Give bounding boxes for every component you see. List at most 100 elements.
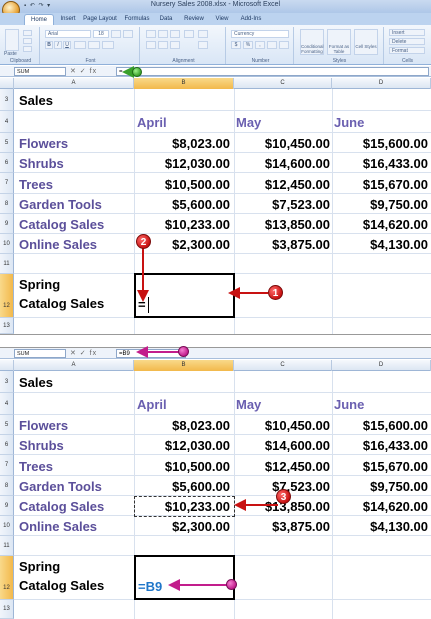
value-cell[interactable]: $12,450.00 bbox=[265, 459, 330, 474]
row-header-9[interactable]: 9 bbox=[0, 496, 14, 516]
value-cell[interactable]: $15,670.00 bbox=[363, 459, 428, 474]
increase-decimal-icon[interactable] bbox=[267, 41, 277, 49]
month-header-april[interactable]: April bbox=[137, 115, 167, 130]
row-header-7[interactable]: 7 bbox=[0, 173, 14, 194]
value-cell[interactable]: $16,433.00 bbox=[363, 156, 428, 171]
copy-icon[interactable] bbox=[23, 38, 32, 44]
format-as-table-button[interactable]: Format as Table bbox=[327, 29, 351, 55]
font-name-select[interactable]: Arial bbox=[45, 30, 91, 38]
row-header-10[interactable]: 10 bbox=[0, 234, 14, 254]
align-middle-icon[interactable] bbox=[158, 30, 168, 38]
column-header-b[interactable]: B bbox=[134, 78, 234, 89]
active-cell-b12[interactable]: =B9 bbox=[134, 555, 235, 600]
value-cell[interactable]: $10,450.00 bbox=[265, 418, 330, 433]
row-header-7[interactable]: 7 bbox=[0, 455, 14, 476]
row-header-8[interactable]: 8 bbox=[0, 476, 14, 496]
row-header-9[interactable]: 9 bbox=[0, 214, 14, 234]
orientation-icon[interactable] bbox=[184, 30, 194, 38]
font-size-select[interactable]: 18 bbox=[93, 30, 109, 38]
formula-input[interactable]: =B9 bbox=[116, 349, 186, 358]
value-cell[interactable]: $16,433.00 bbox=[363, 438, 428, 453]
value-cell[interactable]: $9,750.00 bbox=[370, 197, 428, 212]
value-cell[interactable]: $7,523.00 bbox=[272, 197, 330, 212]
category-flowers[interactable]: Flowers bbox=[19, 418, 68, 433]
value-cell[interactable]: $8,023.00 bbox=[172, 418, 230, 433]
font-color-icon[interactable] bbox=[102, 41, 114, 49]
value-cell[interactable]: $15,600.00 bbox=[363, 136, 428, 151]
value-cell[interactable]: $12,450.00 bbox=[265, 177, 330, 192]
row-header-5[interactable]: 5 bbox=[0, 415, 14, 435]
align-top-icon[interactable] bbox=[146, 30, 156, 38]
tab-home[interactable]: Home bbox=[24, 14, 54, 25]
select-all-corner[interactable] bbox=[0, 360, 14, 371]
row-header-3[interactable]: 3 bbox=[0, 371, 14, 393]
spring-label[interactable]: Spring bbox=[19, 277, 60, 292]
align-bottom-icon[interactable] bbox=[170, 30, 180, 38]
shrink-font-icon[interactable] bbox=[123, 30, 133, 38]
category-flowers[interactable]: Flowers bbox=[19, 136, 68, 151]
value-cell[interactable]: $12,030.00 bbox=[165, 438, 230, 453]
month-header-may[interactable]: May bbox=[236, 397, 261, 412]
value-cell[interactable]: $13,850.00 bbox=[265, 217, 330, 232]
accounting-icon[interactable]: $ bbox=[231, 41, 241, 49]
catalog-sales-label[interactable]: Catalog Sales bbox=[19, 296, 104, 311]
value-cell[interactable]: $4,130.00 bbox=[370, 237, 428, 252]
merge-center-icon[interactable] bbox=[198, 41, 208, 49]
wrap-text-icon[interactable] bbox=[198, 30, 208, 38]
value-cell[interactable]: $4,130.00 bbox=[370, 519, 428, 534]
decrease-decimal-icon[interactable] bbox=[279, 41, 289, 49]
value-cell[interactable]: $14,620.00 bbox=[363, 499, 428, 514]
formula-input[interactable]: = bbox=[116, 67, 429, 76]
category-shrubs[interactable]: Shrubs bbox=[19, 438, 64, 453]
row-header-11[interactable]: 11 bbox=[0, 536, 14, 556]
value-cell[interactable]: $14,600.00 bbox=[265, 156, 330, 171]
value-cell[interactable]: $10,233.00 bbox=[165, 499, 230, 514]
grow-font-icon[interactable] bbox=[111, 30, 121, 38]
select-all-corner[interactable] bbox=[0, 78, 14, 89]
format-cells-button[interactable]: Format bbox=[389, 47, 425, 54]
number-format-select[interactable]: Currency bbox=[231, 30, 289, 38]
column-header-b[interactable]: B bbox=[134, 360, 234, 371]
row-header-6[interactable]: 6 bbox=[0, 153, 14, 173]
formula-bar-icons[interactable]: ✕ ✓ fx bbox=[70, 66, 97, 77]
active-cell-b12[interactable]: = bbox=[134, 273, 235, 318]
category-catalog-sales[interactable]: Catalog Sales bbox=[19, 499, 104, 514]
delete-cells-button[interactable]: Delete bbox=[389, 38, 425, 45]
row-header-3[interactable]: 3 bbox=[0, 89, 14, 111]
row-header-6[interactable]: 6 bbox=[0, 435, 14, 455]
value-cell[interactable]: $9,750.00 bbox=[370, 479, 428, 494]
formula-bar-icons[interactable]: ✕ ✓ fx bbox=[70, 348, 97, 359]
row-header-13[interactable]: 13 bbox=[0, 318, 14, 334]
category-garden-tools[interactable]: Garden Tools bbox=[19, 479, 102, 494]
value-cell[interactable]: $15,670.00 bbox=[363, 177, 428, 192]
value-cell[interactable]: $5,600.00 bbox=[172, 479, 230, 494]
row-header-10[interactable]: 10 bbox=[0, 516, 14, 536]
tab-review[interactable]: Review bbox=[180, 14, 208, 25]
category-online-sales[interactable]: Online Sales bbox=[19, 237, 97, 252]
spring-label[interactable]: Spring bbox=[19, 559, 60, 574]
italic-icon[interactable]: I bbox=[54, 41, 62, 49]
cell-styles-button[interactable]: Cell Styles bbox=[354, 29, 378, 55]
fill-color-icon[interactable] bbox=[88, 41, 100, 49]
row-header-12[interactable]: 12 bbox=[0, 274, 14, 318]
value-cell[interactable]: $5,600.00 bbox=[172, 197, 230, 212]
name-box[interactable]: SUM bbox=[14, 67, 66, 76]
category-online-sales[interactable]: Online Sales bbox=[19, 519, 97, 534]
tab-insert[interactable]: Insert bbox=[56, 14, 80, 25]
category-garden-tools[interactable]: Garden Tools bbox=[19, 197, 102, 212]
bold-icon[interactable]: B bbox=[45, 41, 53, 49]
paste-icon[interactable] bbox=[5, 29, 19, 51]
month-header-june[interactable]: June bbox=[334, 115, 364, 130]
row-header-4[interactable]: 4 bbox=[0, 111, 14, 133]
value-cell[interactable]: $2,300.00 bbox=[172, 237, 230, 252]
month-header-april[interactable]: April bbox=[137, 397, 167, 412]
value-cell[interactable]: $14,600.00 bbox=[265, 438, 330, 453]
month-header-june[interactable]: June bbox=[334, 397, 364, 412]
value-cell[interactable]: $15,600.00 bbox=[363, 418, 428, 433]
value-cell[interactable]: $10,500.00 bbox=[165, 177, 230, 192]
tab-formulas[interactable]: Formulas bbox=[122, 14, 152, 25]
value-cell[interactable]: $14,620.00 bbox=[363, 217, 428, 232]
value-cell[interactable]: $12,030.00 bbox=[165, 156, 230, 171]
column-header-c[interactable]: C bbox=[234, 78, 332, 89]
name-box[interactable]: SUM bbox=[14, 349, 66, 358]
